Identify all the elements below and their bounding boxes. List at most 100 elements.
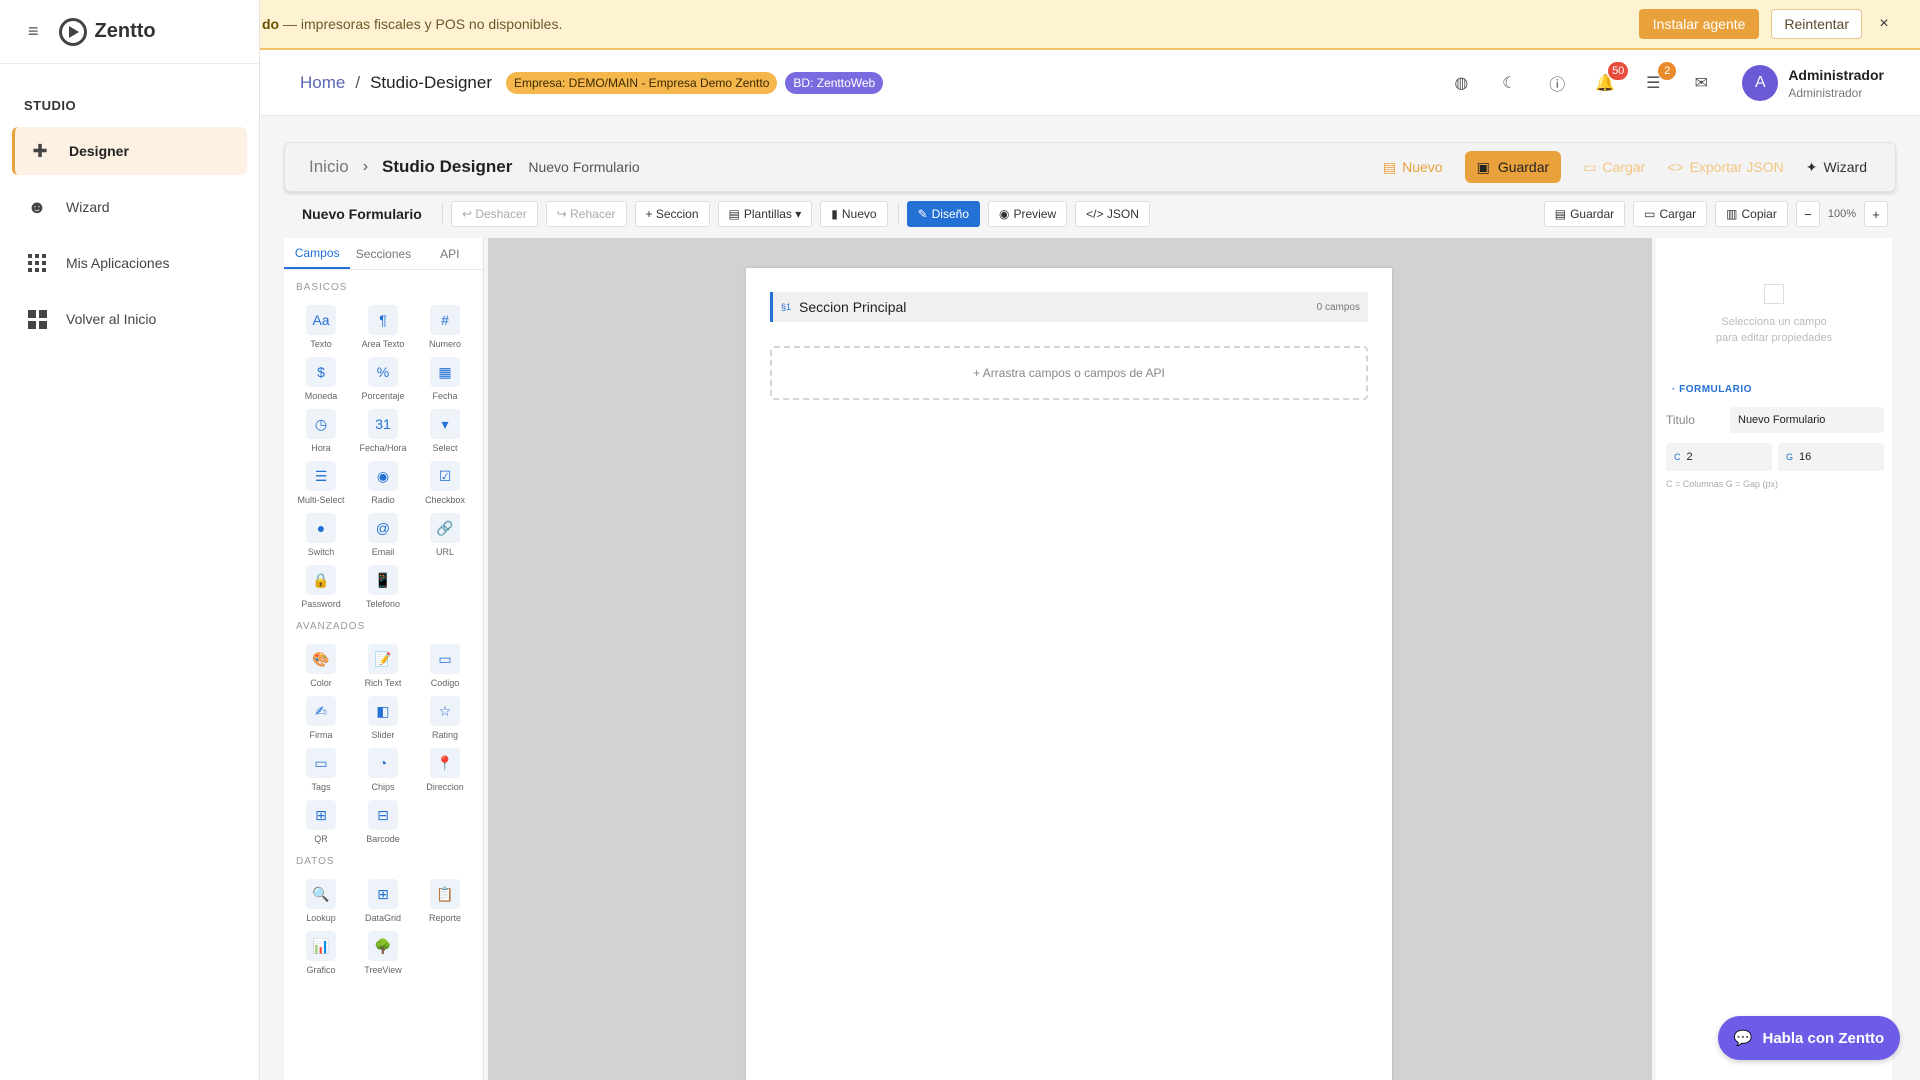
palette-item-rich-text[interactable]: 📝 Rich Text <box>352 644 414 688</box>
database-chip[interactable]: BD: ZenttoWeb <box>785 71 884 94</box>
palette-item-moneda[interactable]: $ Moneda <box>290 357 352 401</box>
preview-mode-button[interactable]: ◉ Preview <box>988 201 1068 227</box>
palette-item-porcentaje[interactable]: % Porcentaje <box>352 357 414 401</box>
gap-input[interactable]: G 16 <box>1778 443 1884 471</box>
palette-item-switch[interactable]: ● Switch <box>290 513 352 557</box>
brand-name: Zentto <box>94 20 156 42</box>
palette-item-barcode[interactable]: ⊟ Barcode <box>352 800 414 844</box>
tab-secciones[interactable]: Secciones <box>350 238 416 269</box>
palette-item-slider[interactable]: ◧ Slider <box>352 696 414 740</box>
palette-item-texto[interactable]: Aa Texto <box>290 305 352 349</box>
palette-item-codigo[interactable]: ▭ Codigo <box>414 644 476 688</box>
form-title-input[interactable]: Nuevo Formulario <box>1730 407 1884 433</box>
notifications-bell-icon[interactable]: 🔔 50 <box>1594 62 1629 94</box>
toolbar-save-button[interactable]: ▤ Guardar <box>1543 201 1626 227</box>
palette-item-tags[interactable]: ▭ Tags <box>290 748 352 792</box>
palette-item-radio[interactable]: ◉ Radio <box>352 461 414 505</box>
brand-logo[interactable]: Zentto <box>58 17 156 46</box>
section-name: Seccion Principal <box>799 299 907 315</box>
tab-api[interactable]: API <box>417 238 483 269</box>
palette-item-grafico[interactable]: 📊 Grafico <box>290 931 352 975</box>
palette-item-hora[interactable]: ◷ Hora <box>290 409 352 453</box>
studio-export-json-button[interactable]: <> Exportar JSON <box>1667 159 1784 175</box>
palette-item-fecha[interactable]: ▦ Fecha <box>414 357 476 401</box>
install-agent-button[interactable]: Instalar agente <box>1638 9 1760 39</box>
json-mode-button[interactable]: </> JSON <box>1075 201 1150 227</box>
sidebar-item-designer[interactable]: ✚ Designer <box>12 127 247 175</box>
layout-row: C2 G 16 <box>1666 443 1884 471</box>
menu-collapse-icon[interactable]: ≡ <box>28 21 39 42</box>
toolbar-load-button[interactable]: ▭ Cargar <box>1633 201 1708 227</box>
user-menu[interactable]: A Administrador Administrador <box>1742 65 1884 101</box>
trash-icon: ▮ <box>831 207 838 221</box>
palette-item-password[interactable]: 🔒 Password <box>290 565 352 609</box>
palette-item-color[interactable]: 🎨 Color <box>290 644 352 688</box>
palette-item-direccion[interactable]: 📍 Direccion <box>414 748 476 792</box>
palette-item-email[interactable]: @ Email <box>352 513 414 557</box>
templates-dropdown[interactable]: ▤ Plantillas ▾ <box>717 201 813 227</box>
studio-form-name: Nuevo Formulario <box>528 159 640 175</box>
alert-text: — impresoras fiscales y POS no disponibl… <box>279 16 563 32</box>
form-page[interactable]: §1 Seccion Principal 0 campos + Arrastra… <box>746 268 1392 1080</box>
section-icon: §1 <box>781 302 792 312</box>
alert-bold-text: do <box>262 16 280 32</box>
studio-breadcrumb-inicio[interactable]: Inicio <box>309 157 349 177</box>
sidebar-item-wizard[interactable]: ☻ Wizard <box>12 183 247 231</box>
chat-label: Habla con Zentto <box>1762 1029 1885 1047</box>
globe-icon[interactable]: ◍ <box>1450 72 1472 94</box>
tags-icon: ▭ <box>306 748 336 778</box>
add-section-button[interactable]: + Seccion <box>634 201 710 227</box>
field-dropzone[interactable]: + Arrastra campos o campos de API <box>770 346 1368 400</box>
empresa-chip[interactable]: Empresa: DEMO/MAIN - Empresa Demo Zentto <box>506 71 778 94</box>
form-section[interactable]: §1 Seccion Principal 0 campos <box>770 292 1368 322</box>
palette-grid: 🔍 Lookup ⊞ DataGrid 📋 Reporte 📊 Grafico 🌳 TreeVie… <box>290 879 483 975</box>
fecha-icon: ▦ <box>430 357 460 387</box>
palette-item-area-texto[interactable]: ¶ Area Texto <box>352 305 414 349</box>
breadcrumb-home-link[interactable]: Home <box>300 73 345 93</box>
palette-item-checkbox[interactable]: ☑ Checkbox <box>414 461 476 505</box>
palette-item-treeview[interactable]: 🌳 TreeView <box>352 931 414 975</box>
chat-with-zentto-button[interactable]: 💬 Habla con Zentto <box>1718 1016 1900 1060</box>
palette-item-label: Fecha <box>432 391 458 401</box>
palette-item-telefono[interactable]: 📱 Telefono <box>352 565 414 609</box>
palette-item-firma[interactable]: ✍ Firma <box>290 696 352 740</box>
sidebar-header: ≡ Zentto <box>0 0 259 64</box>
palette-item-numero[interactable]: # Numero <box>414 305 476 349</box>
design-mode-button[interactable]: ✎ Diseño <box>906 201 980 227</box>
studio-wizard-button[interactable]: ✦ Wizard <box>1806 159 1867 176</box>
tab-campos[interactable]: Campos <box>284 238 351 269</box>
toolbar-copy-button[interactable]: ▥ Copiar <box>1715 201 1788 227</box>
new-form-button[interactable]: ▮ Nuevo <box>820 201 888 227</box>
retry-button[interactable]: Reintentar <box>1771 9 1862 39</box>
palette-item-reporte[interactable]: 📋 Reporte <box>414 879 476 923</box>
palette-item-multi-select[interactable]: ☰ Multi-Select <box>290 461 352 505</box>
empty-selection-icon <box>1764 284 1784 304</box>
folder-icon: ▭ <box>1583 158 1597 175</box>
palette-item-datagrid[interactable]: ⊞ DataGrid <box>352 879 414 923</box>
palette-item-rating[interactable]: ☆ Rating <box>414 696 476 740</box>
help-icon[interactable]: ⓘ <box>1546 72 1568 94</box>
sidebar-item-mis-aplicaciones[interactable]: Mis Aplicaciones <box>12 239 247 287</box>
studio-new-button[interactable]: ▤ Nuevo <box>1383 159 1443 176</box>
palette-item-url[interactable]: 🔗 URL <box>414 513 476 557</box>
palette-item-label: DataGrid <box>364 913 401 923</box>
zoom-out-button[interactable]: − <box>1795 201 1820 227</box>
palette-item-qr[interactable]: ⊞ QR <box>290 800 352 844</box>
redo-button[interactable]: ↪ Rehacer <box>545 201 627 227</box>
fecha-hora-icon: 31 <box>368 409 398 439</box>
tasks-list-icon[interactable]: ☰ 2 <box>1642 62 1677 94</box>
studio-save-button[interactable]: ▣ Guardar <box>1464 151 1562 183</box>
palette-item-fecha-hora[interactable]: 31 Fecha/Hora <box>352 409 414 453</box>
palette-item-chips[interactable]: ◔ Chips <box>352 748 414 792</box>
dark-mode-moon-icon[interactable]: ☾ <box>1498 72 1520 94</box>
zoom-in-button[interactable]: + <box>1864 201 1888 227</box>
sidebar-item-volver-al-inicio[interactable]: Volver al Inicio <box>12 295 247 343</box>
undo-button[interactable]: ↩ Deshacer <box>451 201 538 227</box>
mail-icon[interactable]: ✉ <box>1690 72 1712 94</box>
palette-item-lookup[interactable]: 🔍 Lookup <box>290 879 352 923</box>
close-icon[interactable]: × <box>1874 15 1894 33</box>
palette-item-select[interactable]: ▾ Select <box>414 409 476 453</box>
columns-input[interactable]: C2 <box>1666 443 1772 471</box>
studio-load-button[interactable]: ▭ Cargar <box>1583 159 1645 176</box>
palette-item-label: URL <box>435 547 454 557</box>
